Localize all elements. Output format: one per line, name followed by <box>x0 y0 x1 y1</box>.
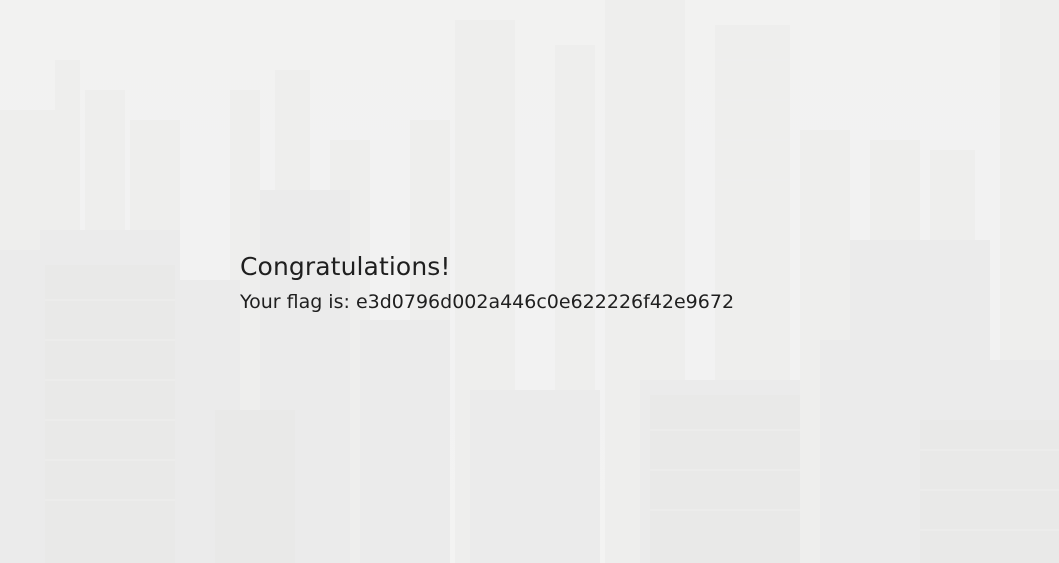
flag-value: e3d0796d002a446c0e622226f42e9672 <box>355 291 735 313</box>
message-block: Congratulations! Your flag is: e3d0796d0… <box>240 252 734 313</box>
flag-prefix: Your flag is: <box>240 291 350 313</box>
congratulations-heading: Congratulations! <box>240 252 451 281</box>
flag-line: Your flag is: e3d0796d002a446c0e622226f4… <box>240 291 734 313</box>
page: Congratulations! Your flag is: e3d0796d0… <box>0 0 1059 563</box>
